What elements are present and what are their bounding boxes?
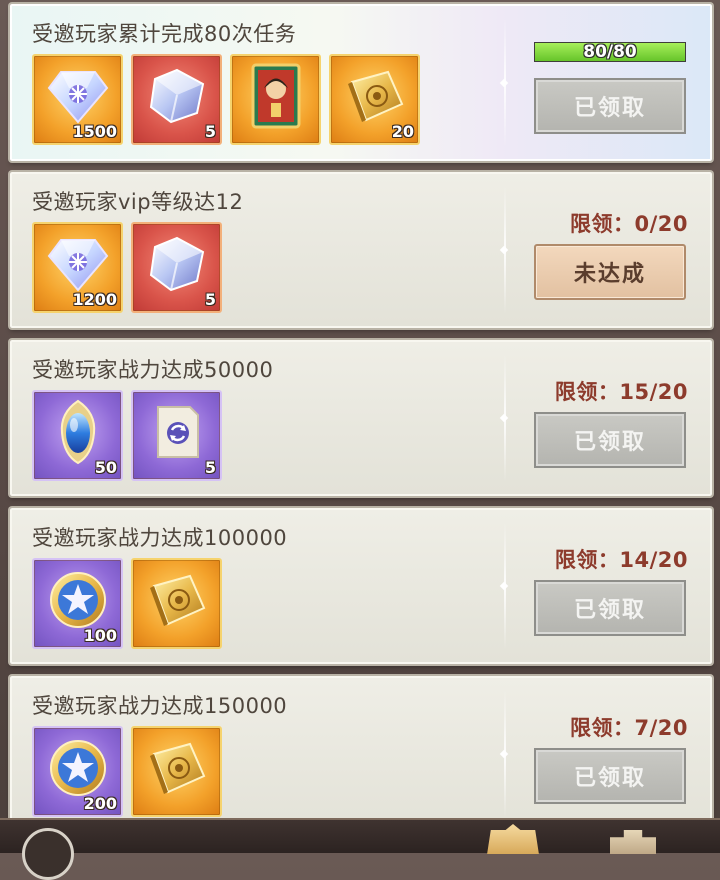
reward-items: 1500 5 20 (32, 54, 420, 146)
reward-item-crystal-cube[interactable]: 5 (131, 222, 222, 313)
star-medal-icon (49, 740, 106, 797)
reward-item-refresh-scroll[interactable]: 5 (131, 390, 222, 481)
reward-item-star-medal[interactable]: 100 (32, 558, 123, 649)
crystal-cube-icon (149, 236, 204, 292)
task-title: 受邀玩家vip等级达12 (32, 190, 244, 214)
task-title: 受邀玩家战力达成100000 (32, 526, 288, 550)
not-achieved-button[interactable]: 未达成 (534, 244, 686, 300)
refresh-scroll-icon (156, 406, 199, 459)
task-card: 受邀玩家累计完成80次任务 1500 5 20 80/80 已领取 (10, 4, 712, 161)
reward-quantity: 1200 (72, 290, 117, 309)
task-title: 受邀玩家战力达成150000 (32, 694, 288, 718)
building-nav-icon[interactable] (610, 830, 656, 854)
card-divider (504, 186, 506, 314)
reward-item-diamond[interactable]: 1200 (32, 222, 123, 313)
claim-limit-text: 限领：15/20 (554, 380, 688, 404)
reward-item-gold-book[interactable]: 20 (329, 54, 420, 145)
claim-limit-text: 限领：14/20 (554, 548, 688, 572)
claimed-button[interactable]: 已领取 (534, 78, 686, 134)
diamond-icon (47, 239, 108, 292)
task-card: 受邀玩家战力达成100000 100 限领：14/20 已领取 (10, 508, 712, 664)
castle-nav-icon[interactable] (487, 824, 539, 854)
reward-quantity: 5 (204, 458, 216, 477)
reward-items: 100 (32, 558, 222, 650)
reward-item-crystal-cube[interactable]: 5 (131, 54, 222, 145)
task-card: 受邀玩家vip等级达12 1200 5 限领：0/20 未达成 (10, 172, 712, 328)
claimed-button[interactable]: 已领取 (534, 748, 686, 804)
reward-items: 50 5 (32, 390, 222, 482)
bottom-nav-bar (0, 818, 720, 880)
reward-quantity: 5 (204, 290, 216, 309)
claim-limit-text: 限领：0/20 (569, 212, 688, 236)
reward-item-diamond[interactable]: 1500 (32, 54, 123, 145)
reward-quantity: 1500 (72, 122, 117, 141)
blue-gem-icon (60, 399, 95, 465)
gold-book-icon (149, 574, 205, 627)
card-divider (504, 690, 506, 818)
reward-items: 200 (32, 726, 222, 818)
reward-quantity: 200 (83, 794, 117, 813)
reward-task-list: 受邀玩家累计完成80次任务 1500 5 20 80/80 已领取 受邀玩家vi… (0, 0, 720, 851)
hero-card-icon (251, 63, 300, 129)
gold-book-icon (347, 70, 403, 123)
task-card: 受邀玩家战力达成50000 50 5 限领：15/20 已领取 (10, 340, 712, 496)
reward-item-hero-card[interactable] (230, 54, 321, 145)
task-title: 受邀玩家战力达成50000 (32, 358, 274, 382)
reward-items: 1200 5 (32, 222, 222, 314)
progress-text: 80/80 (583, 42, 637, 62)
reward-quantity: 5 (204, 122, 216, 141)
star-medal-icon (49, 572, 106, 629)
card-divider (504, 18, 506, 147)
reward-item-gold-book[interactable] (131, 558, 222, 649)
task-progress-bar: 80/80 (534, 42, 686, 62)
card-divider (504, 354, 506, 482)
compass-nav-icon[interactable] (22, 828, 74, 880)
claimed-button[interactable]: 已领取 (534, 412, 686, 468)
gold-book-icon (149, 742, 205, 795)
task-card: 受邀玩家战力达成150000 200 限领：7/20 已领取 (10, 676, 712, 832)
task-title: 受邀玩家累计完成80次任务 (32, 22, 297, 46)
crystal-cube-icon (149, 68, 204, 124)
claimed-button[interactable]: 已领取 (534, 580, 686, 636)
reward-quantity: 50 (94, 458, 117, 477)
reward-item-star-medal[interactable]: 200 (32, 726, 123, 817)
reward-quantity: 100 (83, 626, 117, 645)
reward-quantity: 20 (391, 122, 414, 141)
diamond-icon (47, 71, 108, 124)
card-divider (504, 522, 506, 650)
reward-item-blue-gem[interactable]: 50 (32, 390, 123, 481)
claim-limit-text: 限领：7/20 (569, 716, 688, 740)
reward-item-gold-book[interactable] (131, 726, 222, 817)
